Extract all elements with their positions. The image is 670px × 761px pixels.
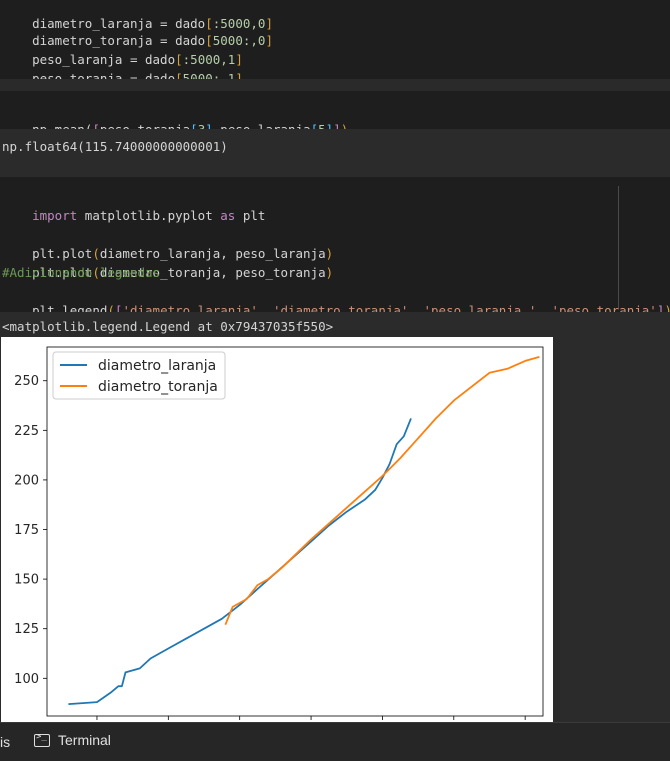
code-cell-mean[interactable]: np.mean([peso_toranja[3],peso_laranja[5]… bbox=[0, 91, 670, 137]
cell-output-mean: np.float64(115.74000000000001) bbox=[0, 129, 670, 177]
module-name: matplotlib.pyplot bbox=[77, 208, 221, 223]
terminal-tab[interactable]: Terminal bbox=[34, 732, 111, 748]
terminal-label: Terminal bbox=[58, 732, 111, 748]
output-text: <matplotlib.legend.Legend at 0x79437035f… bbox=[2, 319, 334, 334]
code-cell-plot[interactable]: import matplotlib.pyplot as plt plt.plot… bbox=[0, 177, 670, 318]
variables-tab[interactable]: is bbox=[0, 734, 10, 750]
keyword: import bbox=[32, 208, 78, 223]
chart-legend: diametro_laranja diametro_toranja bbox=[52, 351, 226, 400]
plot-axes bbox=[46, 346, 544, 717]
legend-label: diametro_toranja bbox=[98, 379, 218, 395]
alias: plt bbox=[235, 208, 266, 223]
y-tick-label: 175 bbox=[14, 523, 39, 538]
code-cell-assignments[interactable]: diametro_laranja = dado[:5000,0] diametr… bbox=[0, 0, 670, 86]
y-tick-label: 125 bbox=[14, 622, 39, 637]
bottom-panel-bar: is Terminal bbox=[0, 722, 670, 761]
y-tick-label: 225 bbox=[14, 424, 39, 439]
y-tick-label: 250 bbox=[14, 374, 39, 389]
bracket: ] bbox=[265, 33, 273, 48]
cell-separator bbox=[0, 79, 670, 91]
plot-figure: 100 125 150 175 200 225 250 diametro_laranja di… bbox=[1, 337, 553, 723]
output-text: np.float64(115.74000000000001) bbox=[2, 139, 228, 154]
code-comment: #Adicionando legendas bbox=[2, 265, 161, 280]
y-tick-label: 150 bbox=[14, 573, 39, 588]
legend-label: diametro_laranja bbox=[98, 358, 216, 374]
terminal-icon bbox=[34, 732, 50, 747]
y-tick-label: 100 bbox=[14, 672, 39, 687]
keyword: as bbox=[220, 208, 236, 223]
y-tick-label: 200 bbox=[14, 473, 39, 488]
y-axis: 100 125 150 175 200 225 250 bbox=[14, 374, 47, 687]
line-chart: 100125150175200225250 diametro_laranjadi… bbox=[14, 346, 544, 720]
editor-ruler bbox=[618, 186, 619, 308]
x-axis bbox=[96, 716, 526, 720]
